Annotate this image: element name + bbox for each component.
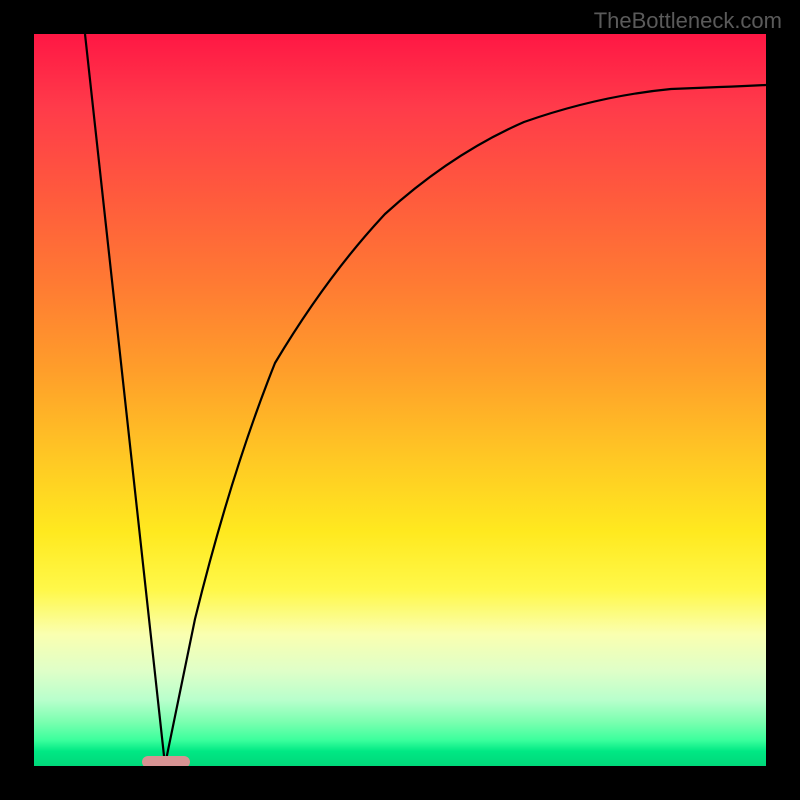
right-curve-segment bbox=[165, 85, 766, 765]
left-line-segment bbox=[85, 34, 165, 765]
chart-curves bbox=[34, 34, 766, 766]
chart-plot-area bbox=[34, 34, 766, 766]
watermark-label: TheBottleneck.com bbox=[594, 8, 782, 34]
optimum-marker bbox=[142, 756, 190, 766]
